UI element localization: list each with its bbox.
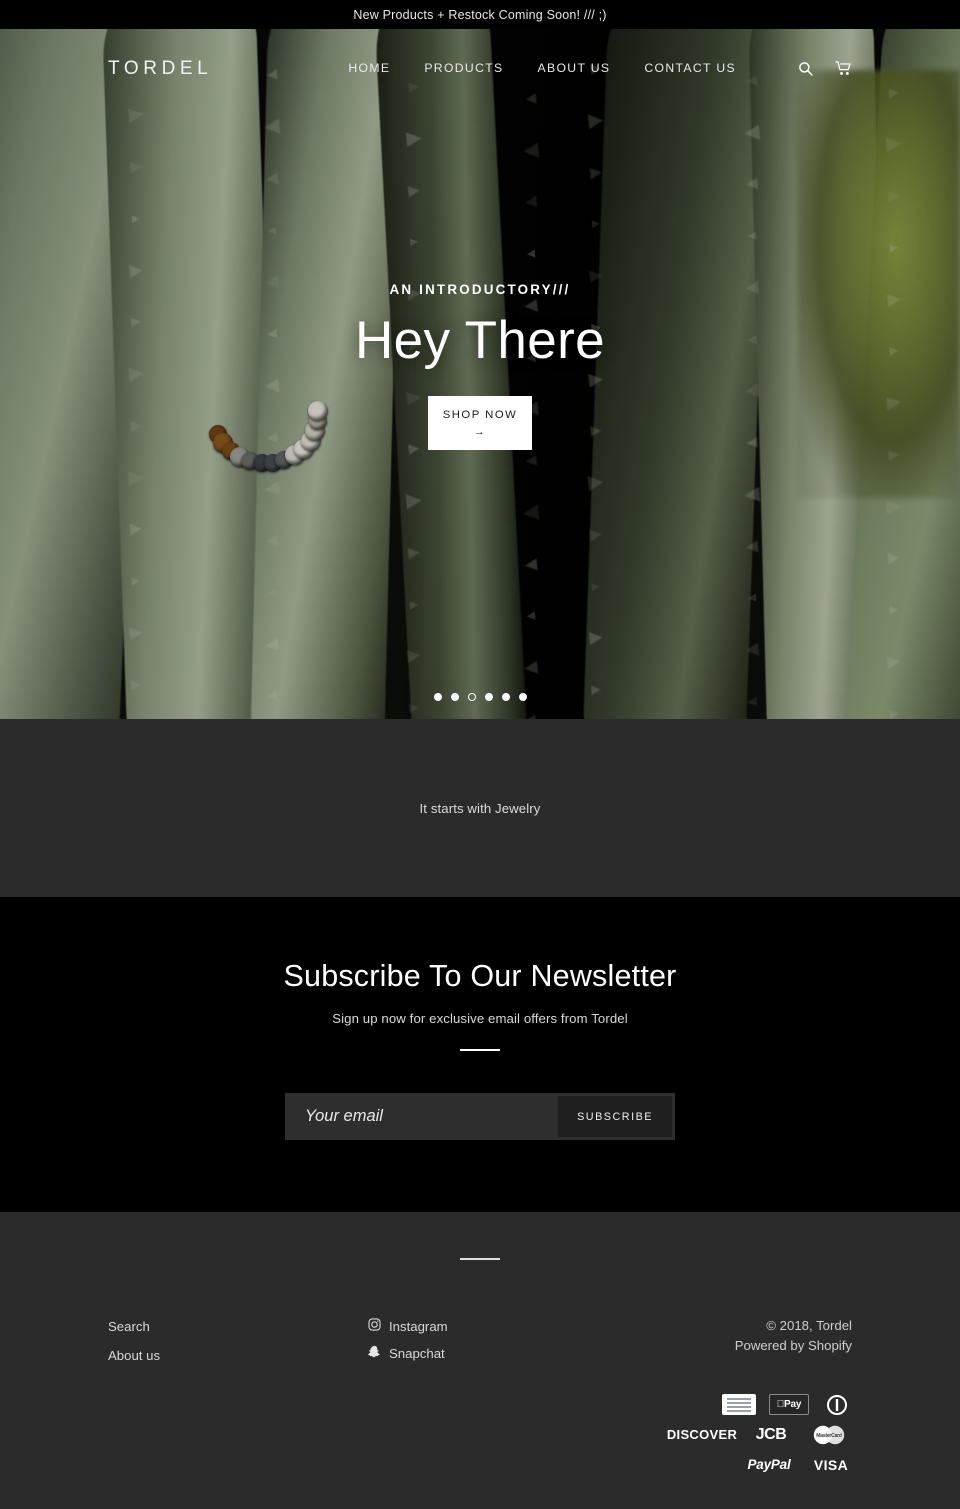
carousel-dot-1[interactable] (433, 693, 442, 701)
subscribe-button[interactable]: SUBSCRIBE (558, 1096, 672, 1137)
payment-icon-jcb: JCB (755, 1425, 787, 1443)
payment-icon-mastercard: MasterCard (806, 1424, 852, 1445)
carousel-dot-4[interactable] (484, 693, 493, 701)
footer-links-column: Search About us (108, 1316, 368, 1374)
instagram-icon (368, 1316, 381, 1337)
announcement-bar: New Products + Restock Coming Soon! /// … (0, 0, 960, 29)
payment-icon-apple-pay: Pay (769, 1394, 809, 1416)
footer-link-about-us[interactable]: About us (108, 1345, 368, 1366)
site-header: TORDEL HOME PRODUCTS ABOUT US CONTACT US (0, 29, 960, 107)
carousel-dot-3[interactable] (467, 693, 476, 701)
newsletter-title: Subscribe To Our Newsletter (283, 959, 677, 993)
social-link-snapchat[interactable]: Snapchat (367, 1343, 668, 1364)
footer-divider (460, 1258, 500, 1260)
newsletter-section: Subscribe To Our Newsletter Sign up now … (0, 897, 960, 1212)
hero-title: Hey There (354, 311, 606, 370)
carousel-dot-6[interactable] (518, 693, 527, 701)
payment-icon-discover: DISCOVER (666, 1427, 738, 1443)
footer-columns: Search About us Instagram Snapchat © 201… (0, 1316, 960, 1374)
header-icon-group (798, 60, 852, 76)
newsletter-divider (460, 1049, 500, 1051)
powered-by-prefix: Powered by (734, 1338, 808, 1354)
subscribe-form: SUBSCRIBE (285, 1093, 675, 1140)
jewelry-section: It starts with Jewelry (0, 719, 960, 897)
nav-item-contact-us[interactable]: CONTACT US (644, 61, 736, 75)
carousel-dot-5[interactable] (501, 693, 510, 701)
payment-icon-paypal: PayPal (747, 1457, 791, 1473)
social-label-instagram: Instagram (389, 1319, 448, 1334)
arrow-right-icon: → (473, 425, 487, 438)
footer-social-column: Instagram Snapchat (367, 1316, 668, 1370)
nav-item-about-us[interactable]: ABOUT US (538, 61, 611, 75)
social-link-instagram[interactable]: Instagram (368, 1316, 668, 1337)
hero-eyebrow: AN INTRODUCTORY/// (389, 282, 571, 297)
shop-now-button[interactable]: SHOP NOW → (428, 396, 532, 450)
payment-icon-visa: VISA (813, 1456, 849, 1473)
carousel-dot-2[interactable] (450, 693, 459, 701)
announcement-text: New Products + Restock Coming Soon! /// … (353, 7, 607, 22)
shop-now-label: SHOP NOW (442, 409, 518, 422)
nav-item-home[interactable]: HOME (348, 61, 390, 75)
powered-by-line: Powered by Shopify (735, 1336, 852, 1356)
payment-icon-diners-club (822, 1394, 852, 1415)
email-input[interactable] (288, 1096, 559, 1137)
footer-meta-column: © 2018, Tordel Powered by Shopify (735, 1316, 852, 1357)
snapchat-icon (367, 1343, 381, 1364)
search-icon[interactable] (798, 61, 813, 76)
copyright-text: © 2018, Tordel (766, 1318, 852, 1333)
footer-link-search[interactable]: Search (108, 1316, 368, 1337)
site-logo[interactable]: TORDEL (108, 59, 212, 78)
hero-copy: AN INTRODUCTORY/// Hey There SHOP NOW → (0, 282, 960, 450)
carousel-dots (0, 693, 960, 701)
payment-icons: Pay DISCOVER JCB MasterCard PayPal VISA (642, 1394, 852, 1475)
hero-slideshow: TORDEL HOME PRODUCTS ABOUT US CONTACT US (0, 29, 960, 719)
newsletter-subtitle: Sign up now for exclusive email offers f… (332, 1011, 628, 1026)
cart-icon[interactable] (835, 60, 852, 76)
site-footer: Search About us Instagram Snapchat © 201… (0, 1212, 960, 1509)
svg-text:MasterCard: MasterCard (816, 1433, 842, 1439)
jewelry-tagline: It starts with Jewelry (419, 800, 541, 816)
main-navigation: HOME PRODUCTS ABOUT US CONTACT US (348, 60, 852, 76)
nav-item-products[interactable]: PRODUCTS (424, 61, 503, 75)
payment-icon-american-express (722, 1394, 756, 1416)
social-label-snapchat: Snapchat (389, 1346, 445, 1362)
shopify-link[interactable]: Shopify (808, 1338, 852, 1353)
